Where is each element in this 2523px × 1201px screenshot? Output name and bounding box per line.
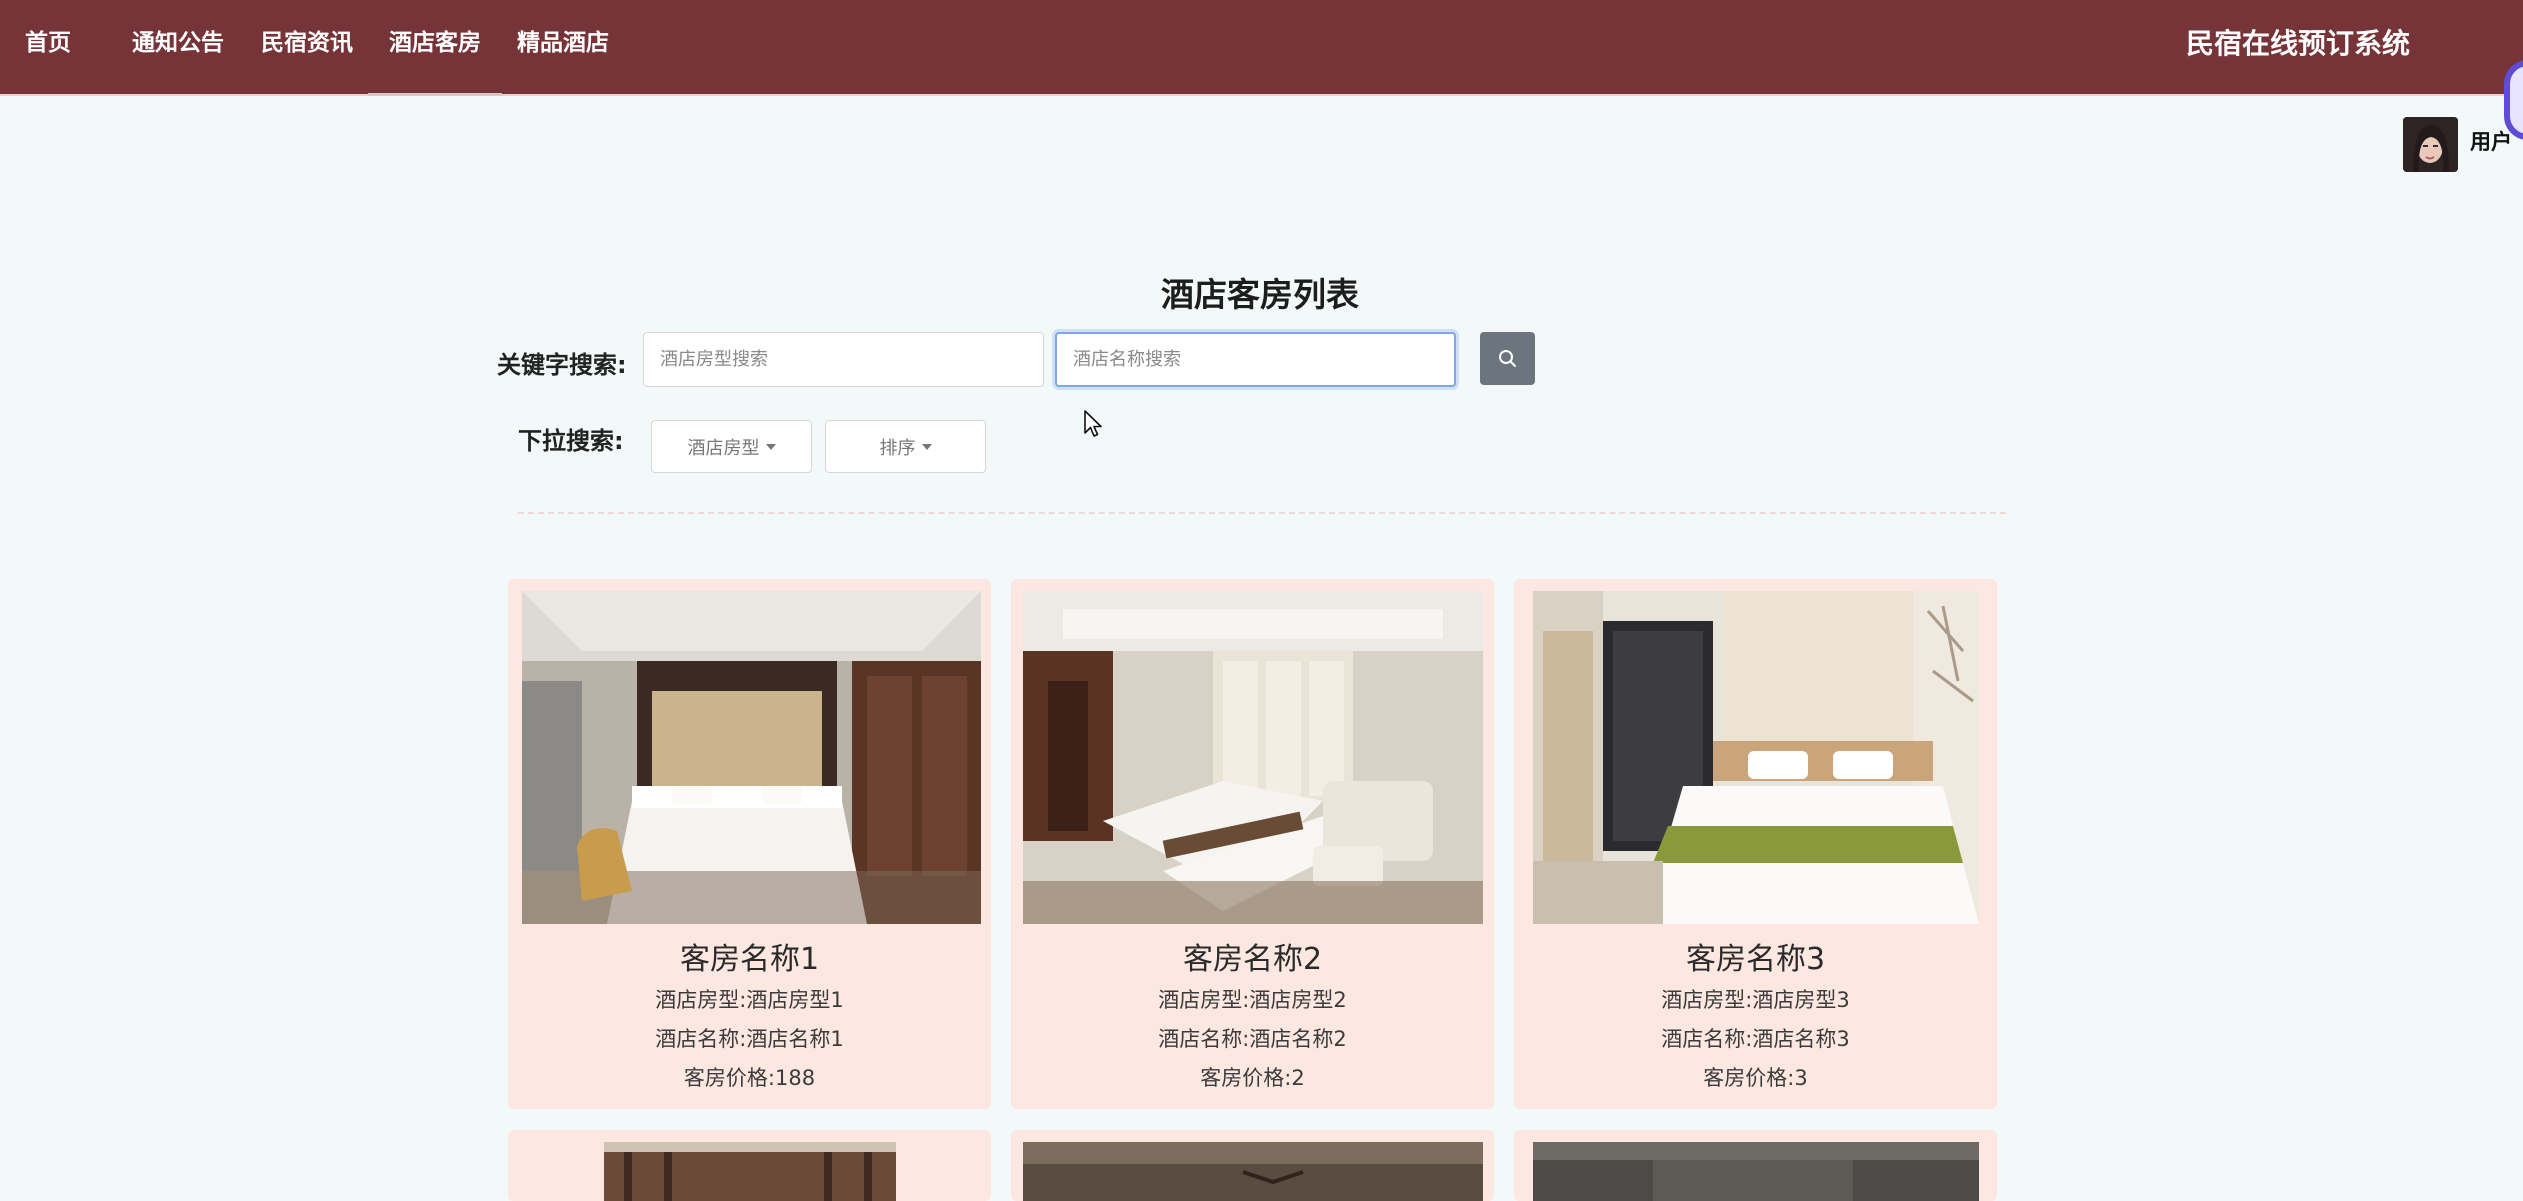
hotel-name: 酒店名称:酒店名称1 — [655, 1027, 844, 1051]
sort-dropdown-label: 排序 — [879, 437, 916, 459]
room-photo[interactable] — [1533, 1142, 1979, 1201]
avatar[interactable] — [2403, 117, 2458, 172]
room-image-icon — [1023, 1142, 1483, 1201]
hotel-name: 酒店名称:酒店名称3 — [1661, 1027, 1850, 1051]
dropdown-search-label: 下拉搜索: — [518, 427, 624, 455]
nav-item-boutique-hotels[interactable]: 精品酒店 — [517, 0, 609, 96]
room-price: 客房价格:2 — [1200, 1066, 1305, 1090]
user-label[interactable]: 用户 — [2470, 126, 2512, 156]
room-type: 酒店房型:酒店房型2 — [1158, 988, 1347, 1012]
room-price: 客房价格:188 — [683, 1066, 816, 1090]
user-avatar-icon — [2403, 117, 2458, 172]
room-card[interactable]: 客房名称2 酒店房型:酒店房型2 酒店名称:酒店名称2 客房价格:2 — [1011, 579, 1494, 1109]
room-image-icon — [1533, 591, 1979, 924]
top-navigation: 首页 通知公告 民宿资讯 酒店客房 精品酒店 民宿在线预订系统 — [0, 0, 2523, 96]
room-card[interactable] — [1514, 1130, 1997, 1201]
caret-down-icon — [765, 443, 776, 450]
room-name[interactable]: 客房名称1 — [508, 934, 991, 978]
floating-assistant-icon[interactable] — [2504, 60, 2523, 140]
room-photo[interactable] — [522, 591, 981, 924]
room-image-icon — [522, 591, 981, 924]
room-photo[interactable] — [1023, 591, 1483, 924]
room-image-icon — [1023, 591, 1483, 924]
room-type: 酒店房型:酒店房型1 — [655, 988, 844, 1012]
hotel-name: 酒店名称:酒店名称2 — [1158, 1027, 1347, 1051]
room-type: 酒店房型:酒店房型3 — [1661, 988, 1850, 1012]
room-photo[interactable] — [1023, 1142, 1483, 1201]
hotel-name-search-input[interactable] — [1055, 332, 1456, 387]
keyword-search-label: 关键字搜索: — [497, 351, 627, 379]
room-card[interactable]: 客房名称3 酒店房型:酒店房型3 酒店名称:酒店名称3 客房价格:3 — [1514, 579, 1997, 1109]
nav-item-home[interactable]: 首页 — [25, 0, 71, 96]
room-photo[interactable] — [604, 1142, 896, 1201]
nav-item-notices[interactable]: 通知公告 — [132, 0, 224, 96]
nav-item-hotel-rooms[interactable]: 酒店客房 — [368, 0, 502, 96]
room-image-icon — [604, 1142, 896, 1201]
room-type-search-input[interactable] — [643, 332, 1044, 387]
site-title: 民宿在线预订系统 — [2185, 27, 2410, 60]
room-type-dropdown[interactable]: 酒店房型 — [651, 420, 812, 473]
room-price: 客房价格:3 — [1703, 1066, 1808, 1090]
room-name[interactable]: 客房名称3 — [1514, 934, 1997, 978]
room-type-dropdown-label: 酒店房型 — [687, 437, 760, 459]
room-card[interactable] — [508, 1130, 991, 1201]
room-image-icon — [1533, 1142, 1979, 1201]
room-name[interactable]: 客房名称2 — [1011, 934, 1494, 978]
room-card[interactable] — [1011, 1130, 1494, 1201]
mouse-cursor-icon — [1084, 410, 1102, 437]
search-icon — [1498, 349, 1516, 367]
room-photo[interactable] — [1533, 591, 1979, 924]
nav-item-news[interactable]: 民宿资讯 — [261, 0, 353, 96]
page-title: 酒店客房列表 — [1161, 275, 1359, 314]
room-card[interactable]: 客房名称1 酒店房型:酒店房型1 酒店名称:酒店名称1 客房价格:188 — [508, 579, 991, 1109]
caret-down-icon — [921, 443, 932, 450]
search-button[interactable] — [1480, 332, 1535, 385]
sort-dropdown[interactable]: 排序 — [825, 420, 986, 473]
section-divider — [518, 512, 2006, 514]
